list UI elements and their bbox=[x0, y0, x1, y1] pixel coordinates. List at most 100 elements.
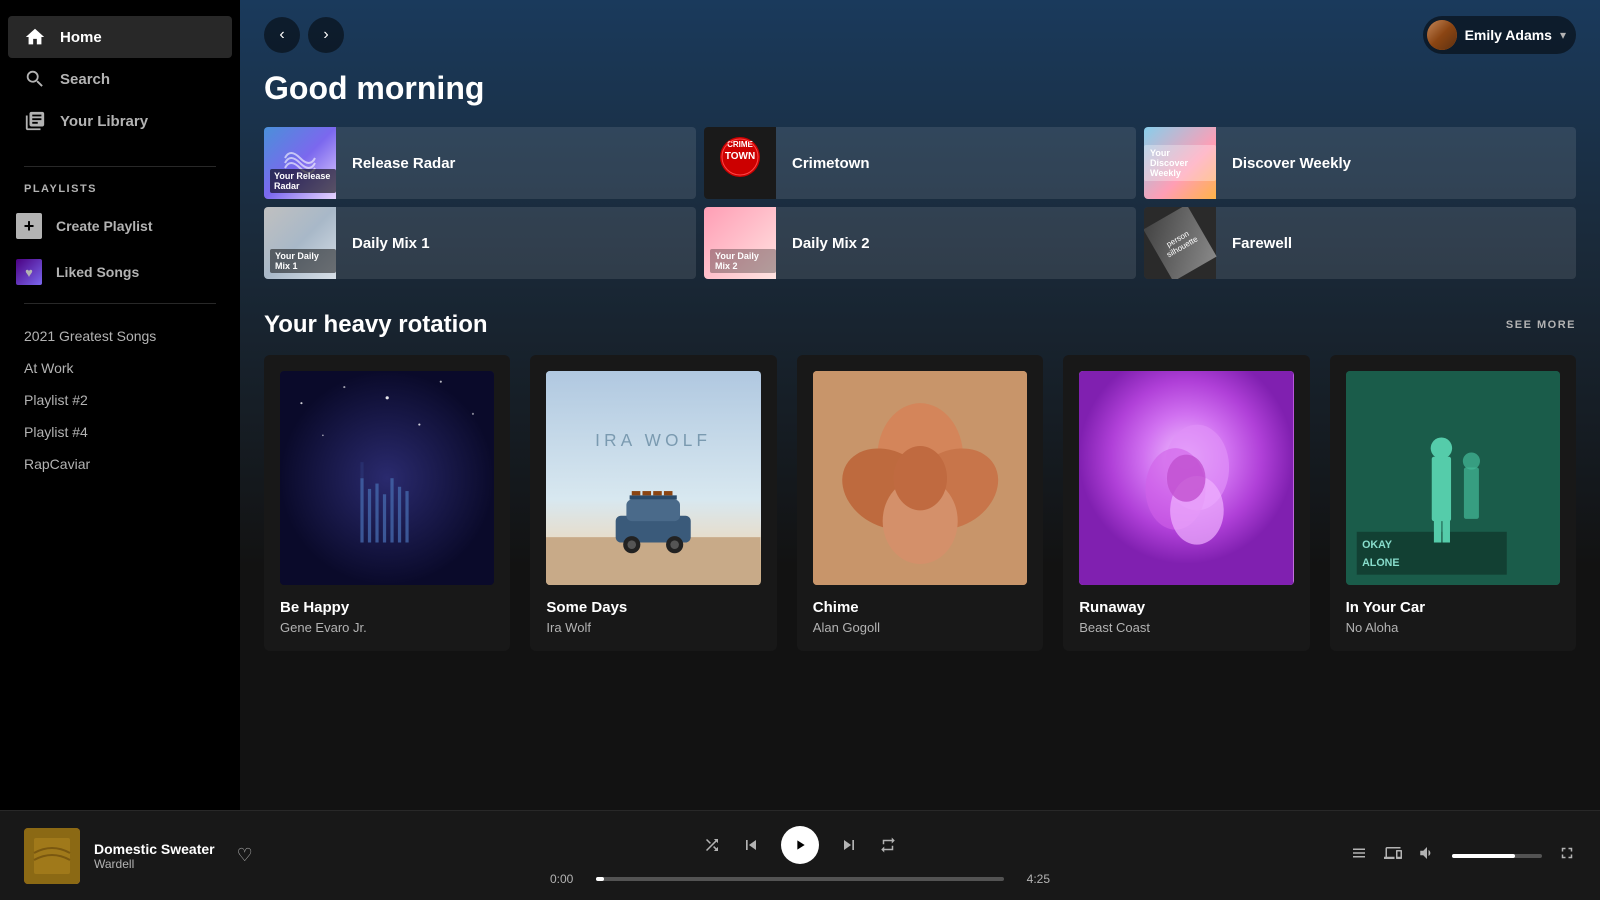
album-artist-some-days: Ira Wolf bbox=[546, 620, 760, 635]
album-artist-in-your-car: No Aloha bbox=[1346, 620, 1560, 635]
sidebar-item-library[interactable]: Your Library bbox=[8, 100, 232, 142]
nav-buttons: ‹ › bbox=[264, 17, 344, 53]
playlist-card-discover-weekly[interactable]: Your Discover Weekly Discover Weekly bbox=[1144, 127, 1576, 199]
queue-button[interactable] bbox=[1350, 844, 1368, 867]
playlist-name-daily-mix-2: Daily Mix 2 bbox=[776, 235, 886, 252]
forward-button[interactable]: › bbox=[308, 17, 344, 53]
player-bar: Domestic Sweater Wardell ♡ bbox=[0, 810, 1600, 900]
album-title-be-happy: Be Happy bbox=[280, 599, 494, 616]
playlist-name-crimetown: Crimetown bbox=[776, 155, 886, 172]
sidebar-item-search[interactable]: Search bbox=[8, 58, 232, 100]
player-track-info: Domestic Sweater Wardell bbox=[94, 841, 215, 871]
sidebar-item-playlist-2[interactable]: Playlist #2 bbox=[0, 384, 240, 416]
sidebar-divider-1 bbox=[24, 166, 216, 167]
create-playlist-button[interactable]: + Create Playlist bbox=[0, 203, 240, 249]
album-grid: Be Happy Gene Evaro Jr. bbox=[264, 355, 1576, 651]
player-track-name: Domestic Sweater bbox=[94, 841, 215, 857]
user-profile[interactable]: Emily Adams ▾ bbox=[1423, 16, 1576, 54]
volume-slider[interactable] bbox=[1452, 854, 1542, 858]
repeat-button[interactable] bbox=[879, 836, 897, 854]
current-time: 0:00 bbox=[550, 872, 586, 886]
total-time: 4:25 bbox=[1014, 872, 1050, 886]
sidebar-divider-2 bbox=[24, 303, 216, 304]
album-title-in-your-car: In Your Car bbox=[1346, 599, 1560, 616]
progress-bar-container: 0:00 4:25 bbox=[550, 872, 1050, 886]
playlist-art-daily-mix-1: Your Daily Mix 1 bbox=[264, 207, 336, 279]
sidebar-nav: Home Search Your Library bbox=[0, 0, 240, 158]
playlist-card-daily-mix-1[interactable]: Your Daily Mix 1 Daily Mix 1 bbox=[264, 207, 696, 279]
user-name: Emily Adams bbox=[1465, 27, 1552, 43]
player-right-controls bbox=[1276, 844, 1576, 867]
play-button[interactable] bbox=[781, 826, 819, 864]
volume-button[interactable] bbox=[1418, 844, 1436, 867]
playlist-name-discover-weekly: Discover Weekly bbox=[1216, 155, 1367, 172]
album-art-in-your-car: OKAY ALONE bbox=[1346, 371, 1560, 585]
next-button[interactable] bbox=[839, 835, 859, 855]
page-content: Good morning Your Release Radar bbox=[240, 70, 1600, 675]
album-title-some-days: Some Days bbox=[546, 599, 760, 616]
album-art-be-happy bbox=[280, 371, 494, 585]
album-card-be-happy[interactable]: Be Happy Gene Evaro Jr. bbox=[264, 355, 510, 651]
page-title: Good morning bbox=[264, 70, 1576, 107]
album-artist-chime: Alan Gogoll bbox=[813, 620, 1027, 635]
main-content: ‹ › Emily Adams ▾ Good morning bbox=[240, 0, 1600, 810]
heavy-rotation-header: Your heavy rotation SEE MORE bbox=[264, 311, 1576, 339]
home-icon bbox=[24, 26, 46, 48]
previous-button[interactable] bbox=[741, 835, 761, 855]
playlist-art-daily-mix-2: Your Daily Mix 2 bbox=[704, 207, 776, 279]
album-card-some-days[interactable]: IRA WOLF bbox=[530, 355, 776, 651]
playlist-card-crimetown[interactable]: CRIME TOWN Crimetown bbox=[704, 127, 1136, 199]
see-more-button[interactable]: SEE MORE bbox=[1506, 319, 1576, 331]
sidebar-item-rapcaviar[interactable]: RapCaviar bbox=[0, 448, 240, 480]
player-album-art bbox=[24, 828, 80, 884]
svg-text:ALONE: ALONE bbox=[1362, 557, 1399, 569]
album-title-chime: Chime bbox=[813, 599, 1027, 616]
album-artist-runaway: Beast Coast bbox=[1079, 620, 1293, 635]
album-art-chime bbox=[813, 371, 1027, 585]
liked-songs-icon: ♥ bbox=[16, 259, 42, 285]
player-track-section: Domestic Sweater Wardell ♡ bbox=[24, 828, 324, 884]
playlist-art-crimetown: CRIME TOWN bbox=[704, 127, 776, 199]
sidebar-item-greatest-songs[interactable]: 2021 Greatest Songs bbox=[0, 320, 240, 352]
devices-button[interactable] bbox=[1384, 844, 1402, 867]
player-artist-name: Wardell bbox=[94, 857, 215, 871]
playlist-list: 2021 Greatest Songs At Work Playlist #2 … bbox=[0, 312, 240, 810]
back-button[interactable]: ‹ bbox=[264, 17, 300, 53]
album-artist-be-happy: Gene Evaro Jr. bbox=[280, 620, 494, 635]
volume-fill bbox=[1452, 854, 1515, 858]
quick-playlist-grid: Your Release Radar Release Radar CRIME T… bbox=[264, 127, 1576, 279]
album-art-runaway bbox=[1079, 371, 1293, 585]
search-icon bbox=[24, 68, 46, 90]
section-title-heavy-rotation: Your heavy rotation bbox=[264, 311, 488, 339]
top-bar: ‹ › Emily Adams ▾ bbox=[240, 0, 1600, 70]
album-card-chime[interactable]: Chime Alan Gogoll bbox=[797, 355, 1043, 651]
svg-text:TOWN: TOWN bbox=[725, 151, 755, 162]
playlist-card-daily-mix-2[interactable]: Your Daily Mix 2 Daily Mix 2 bbox=[704, 207, 1136, 279]
playlists-label: PLAYLISTS bbox=[0, 175, 240, 203]
album-card-runaway[interactable]: Runaway Beast Coast bbox=[1063, 355, 1309, 651]
sidebar: Home Search Your Library bbox=[0, 0, 240, 810]
playlist-name-farewell: Farewell bbox=[1216, 235, 1308, 252]
sidebar-item-at-work[interactable]: At Work bbox=[0, 352, 240, 384]
sidebar-item-playlist-4[interactable]: Playlist #4 bbox=[0, 416, 240, 448]
playlist-art-farewell: person silhouette bbox=[1144, 207, 1216, 279]
player-controls bbox=[703, 826, 897, 864]
chevron-down-icon: ▾ bbox=[1560, 28, 1566, 42]
library-icon bbox=[24, 110, 46, 132]
playlist-card-release-radar[interactable]: Your Release Radar Release Radar bbox=[264, 127, 696, 199]
like-button[interactable]: ♡ bbox=[237, 845, 253, 866]
fullscreen-button[interactable] bbox=[1558, 844, 1576, 867]
liked-songs-button[interactable]: ♥ Liked Songs bbox=[0, 249, 240, 295]
playlist-art-release-radar: Your Release Radar bbox=[264, 127, 336, 199]
create-playlist-icon: + bbox=[16, 213, 42, 239]
playlist-card-farewell[interactable]: person silhouette Farewell bbox=[1144, 207, 1576, 279]
album-title-runaway: Runaway bbox=[1079, 599, 1293, 616]
player-controls-section: 0:00 4:25 bbox=[324, 826, 1276, 886]
shuffle-button[interactable] bbox=[703, 836, 721, 854]
avatar bbox=[1427, 20, 1457, 50]
svg-text:IRA WOLF: IRA WOLF bbox=[595, 430, 711, 450]
album-card-in-your-car[interactable]: OKAY ALONE bbox=[1330, 355, 1576, 651]
sidebar-item-home[interactable]: Home bbox=[8, 16, 232, 58]
progress-track[interactable] bbox=[596, 877, 1004, 881]
album-art-some-days: IRA WOLF bbox=[546, 371, 760, 585]
